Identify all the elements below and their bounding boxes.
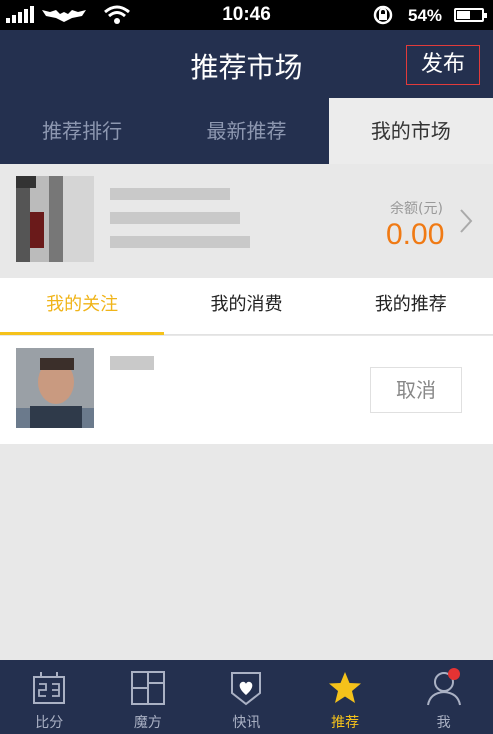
list-item: 取消 <box>0 336 493 444</box>
status-bar: 10:46 54% <box>0 0 493 30</box>
rotation-lock-icon <box>373 5 393 25</box>
tab-recommend[interactable]: 推荐 <box>296 660 395 734</box>
avatar <box>16 348 94 428</box>
tab-recommend-ranking[interactable]: 推荐排行 <box>0 98 164 164</box>
bottom-tab-bar: 比分 魔方 快讯 推荐 我 <box>0 660 493 734</box>
balance-label: 余额(元) <box>390 201 443 217</box>
cube-icon <box>130 671 165 705</box>
tab-my-market[interactable]: 我的市场 <box>328 98 493 164</box>
nav-header: 推荐市场 发布 <box>0 30 493 98</box>
unfollow-button[interactable]: 取消 <box>370 367 462 413</box>
tab-label: 比分 <box>35 715 64 731</box>
tab-label: 我 <box>436 715 451 731</box>
tab-label: 魔方 <box>133 715 162 731</box>
balance-value: 0.00 <box>386 218 445 251</box>
tab-label: 快讯 <box>232 715 261 731</box>
avatar <box>16 176 94 262</box>
tab-latest-recommend[interactable]: 最新推荐 <box>164 98 328 164</box>
tab-my-spending[interactable]: 我的消费 <box>164 278 328 334</box>
tab-my-following[interactable]: 我的关注 <box>0 278 165 335</box>
tab-my-recommendations[interactable]: 我的推荐 <box>329 278 493 334</box>
tab-score[interactable]: 比分 <box>0 660 99 734</box>
battery-percent: 54% <box>408 6 443 25</box>
tab-news[interactable]: 快讯 <box>197 660 296 734</box>
tab-me[interactable]: 我 <box>394 660 493 734</box>
publish-button[interactable]: 发布 <box>406 45 480 85</box>
scoreboard-icon <box>33 672 66 704</box>
star-icon <box>329 672 362 703</box>
tab-cube[interactable]: 魔方 <box>99 660 198 734</box>
market-tabs: 推荐排行 最新推荐 我的市场 <box>0 98 493 164</box>
tab-label: 推荐 <box>331 715 360 731</box>
my-market-subtabs: 我的关注 我的消费 我的推荐 <box>0 278 493 335</box>
chevron-right-icon[interactable] <box>458 208 474 234</box>
news-shield-icon <box>231 672 262 706</box>
battery-icon <box>454 8 487 22</box>
